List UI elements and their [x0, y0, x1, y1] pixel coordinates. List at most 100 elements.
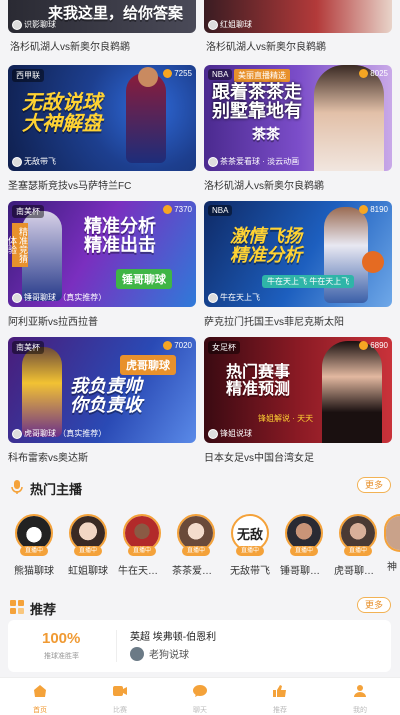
- banner-text: 跟着茶茶走 别墅靠地有: [212, 82, 302, 121]
- anchor-name: 牛在天上飞: [220, 293, 260, 302]
- live-badge: 直播中: [182, 546, 210, 556]
- stream-card[interactable]: 美丽直播精选 跟着茶茶走 别墅靠地有 茶茶 NBA 8025 茶茶爱看球 · 淡…: [204, 65, 392, 192]
- stream-card[interactable]: 热门赛事 精准预测 锋姐解说 · 天天 女足杯 6890 锋姐说球 日本女足vs…: [204, 337, 392, 464]
- tab-chat[interactable]: 聊天: [160, 678, 240, 715]
- anchor-name: 茶茶爱看球: [172, 566, 220, 577]
- avatar: [208, 292, 218, 303]
- avatar: [130, 646, 144, 661]
- anchor-name: 茶茶爱看球 · 淡云动画: [220, 157, 300, 166]
- microphone-icon: [11, 480, 23, 494]
- stream-card[interactable]: 红姐聊球 洛杉矶湖人vs新奥尔良鹈鹕: [204, 0, 392, 54]
- live-badge: 直播中: [128, 546, 156, 556]
- anchor-info: 虎哥聊球 （真实推荐）: [12, 428, 106, 439]
- banner-text: 精准分析 精准出击: [84, 216, 156, 255]
- league-tag: NBA: [208, 205, 233, 216]
- anchor-avatar-item[interactable]: 直播中 牛在天上飞: [118, 514, 166, 577]
- stream-card[interactable]: 激情飞扬 精准分析 牛在天上飞 牛在天上飞 NBA 8190 牛在天上飞 萨克拉…: [204, 201, 392, 328]
- banner-text: 热门赛事 精准预测: [226, 364, 291, 398]
- stream-card[interactable]: 无敌说球 大神解盘 西甲联 7255 无敌带飞 圣塞瑟斯竞技vs马萨特兰FC: [8, 65, 196, 192]
- hot-anchors-header: 热门主播 更多: [0, 477, 400, 499]
- user-icon: [354, 685, 366, 697]
- video-icon: [113, 686, 127, 696]
- stream-card[interactable]: 虎哥聊球 我负责帅 你负责收 南美杯 7020 虎哥聊球 （真实推荐） 科布雷索…: [8, 337, 196, 464]
- anchor-name: 虹姐聊球: [68, 566, 108, 577]
- tab-profile[interactable]: 我的: [320, 678, 400, 715]
- hot-anchor-list: 直播中 熊猫聊球 直播中 虹姐聊球 直播中 牛在天上飞 直播中 茶茶爱看球 无敌…: [0, 514, 400, 584]
- view-count-value: 7255: [174, 69, 192, 78]
- anchor-info: 锤哥聊球 （真实推荐）: [12, 292, 106, 303]
- section-title: 推荐: [30, 602, 57, 617]
- stream-thumbnail: 激情飞扬 精准分析 牛在天上飞 牛在天上飞 NBA 8190 牛在天上飞: [204, 201, 392, 307]
- banner-text: 我负责帅 你负责收: [70, 376, 142, 415]
- anchor-info: 茶茶爱看球 · 淡云动画: [208, 156, 299, 167]
- host-figure: [322, 341, 382, 443]
- match-caption: 日本女足vs中国台湾女足: [204, 453, 314, 464]
- more-button[interactable]: 更多: [356, 597, 391, 613]
- recommend-header: 推荐 更多: [0, 597, 400, 619]
- divider: [116, 630, 117, 662]
- anchor-avatar-item[interactable]: 直播中 虹姐聊球: [64, 514, 112, 577]
- player-figure: [22, 211, 62, 301]
- anchor-info: 识影聊球: [12, 19, 56, 30]
- match-caption: 洛杉矶湖人vs新奥尔良鹈鹕: [206, 42, 326, 53]
- expert-name: 老狗说球: [149, 650, 189, 661]
- tab-matches[interactable]: 比赛: [80, 678, 160, 715]
- league-tag: 南美杯: [12, 341, 44, 354]
- recommend-card[interactable]: 100% 推球准胜率 英超 埃弗顿-伯恩利 老狗说球: [8, 620, 391, 672]
- match-caption: 圣塞瑟斯竞技vs马萨特兰FC: [8, 181, 132, 192]
- banner-text: 激情飞扬 精准分析: [230, 226, 302, 265]
- anchor-avatar-item[interactable]: 直播中 茶茶爱看球: [172, 514, 220, 577]
- avatar: [12, 428, 22, 439]
- avatar: [208, 428, 218, 439]
- banner-name: 虎哥聊球: [120, 355, 176, 375]
- side-tag: 精准竞猜体验: [8, 223, 28, 267]
- tab-label: 首页: [33, 707, 47, 714]
- tab-label: 推荐: [273, 707, 287, 714]
- banner-name: 锤哥聊球: [116, 269, 172, 289]
- avatar: [208, 19, 218, 30]
- tab-label: 我的: [353, 707, 367, 714]
- fire-icon: [359, 69, 369, 78]
- stream-thumbnail: 精准竞猜体验 精准分析 精准出击 锤哥聊球 南美杯 7370 锤哥聊球 （真实推…: [8, 201, 196, 307]
- anchor-info: 牛在天上飞: [208, 292, 260, 303]
- live-badge: 直播中: [74, 546, 102, 556]
- win-rate: 100%: [42, 630, 81, 647]
- league-tag: NBA: [208, 69, 233, 80]
- stream-thumbnail: 来我这里，给你答案 识影聊球: [8, 0, 196, 33]
- tab-home[interactable]: 首页: [0, 678, 80, 715]
- stream-thumbnail: 无敌说球 大神解盘 西甲联 7255 无敌带飞: [8, 65, 196, 171]
- app-page: 来我这里，给你答案 识影聊球 洛杉矶湖人vs新奥尔良鹈鹕 红姐聊球 洛杉矶湖人v…: [0, 0, 400, 715]
- thumbs-up-icon: [273, 685, 286, 697]
- sub-tag: 美丽直播精选: [234, 69, 290, 82]
- anchor-info: 红姐聊球: [208, 19, 252, 30]
- banner-name: 锋姐解说 · 天天: [258, 414, 314, 423]
- anchor-avatar-item[interactable]: 直播中 虎哥聊球…: [334, 514, 382, 577]
- basketball-icon: [362, 251, 384, 273]
- player-figure: [324, 207, 368, 303]
- stream-card[interactable]: 精准竞猜体验 精准分析 精准出击 锤哥聊球 南美杯 7370 锤哥聊球 （真实推…: [8, 201, 196, 328]
- view-count-value: 7370: [174, 205, 192, 214]
- anchor-avatar-item[interactable]: 直播中 锤哥聊球…: [280, 514, 328, 577]
- tab-recommend[interactable]: 推荐: [240, 678, 320, 715]
- top-card-row: 来我这里，给你答案 识影聊球 洛杉矶湖人vs新奥尔良鹈鹕 红姐聊球 洛杉矶湖人v…: [0, 0, 400, 60]
- stream-card[interactable]: 来我这里，给你答案 识影聊球 洛杉矶湖人vs新奥尔良鹈鹕: [8, 0, 196, 54]
- anchor-avatar-item[interactable]: 神: [384, 514, 400, 573]
- anchor-avatar-item[interactable]: 直播中 熊猫聊球: [10, 514, 58, 577]
- anchor-name: 虎哥聊球…: [334, 566, 382, 577]
- anchor-name: 识影聊球: [24, 20, 56, 29]
- view-count-value: 8025: [370, 69, 388, 78]
- match-title: 英超 埃弗顿-伯恩利: [130, 632, 217, 643]
- host-figure: [314, 65, 384, 171]
- anchor-avatar-item[interactable]: 无敌 直播中 无敌带飞: [226, 514, 274, 577]
- anchor-name: 虎哥聊球 （真实推荐）: [24, 429, 107, 438]
- avatar-text: 无敌: [236, 526, 263, 542]
- match-caption: 洛杉矶湖人vs新奥尔良鹈鹕: [10, 42, 130, 53]
- more-button[interactable]: 更多: [356, 477, 391, 493]
- view-count-value: 6890: [370, 341, 388, 350]
- avatar: [208, 156, 218, 167]
- stream-thumbnail: 虎哥聊球 我负责帅 你负责收 南美杯 7020 虎哥聊球 （真实推荐）: [8, 337, 196, 443]
- anchor-name: 无敌带飞: [24, 157, 56, 166]
- view-count: 6890: [359, 341, 388, 350]
- chat-icon: [193, 685, 207, 697]
- anchor-name: 锤哥聊球 （真实推荐）: [24, 293, 107, 302]
